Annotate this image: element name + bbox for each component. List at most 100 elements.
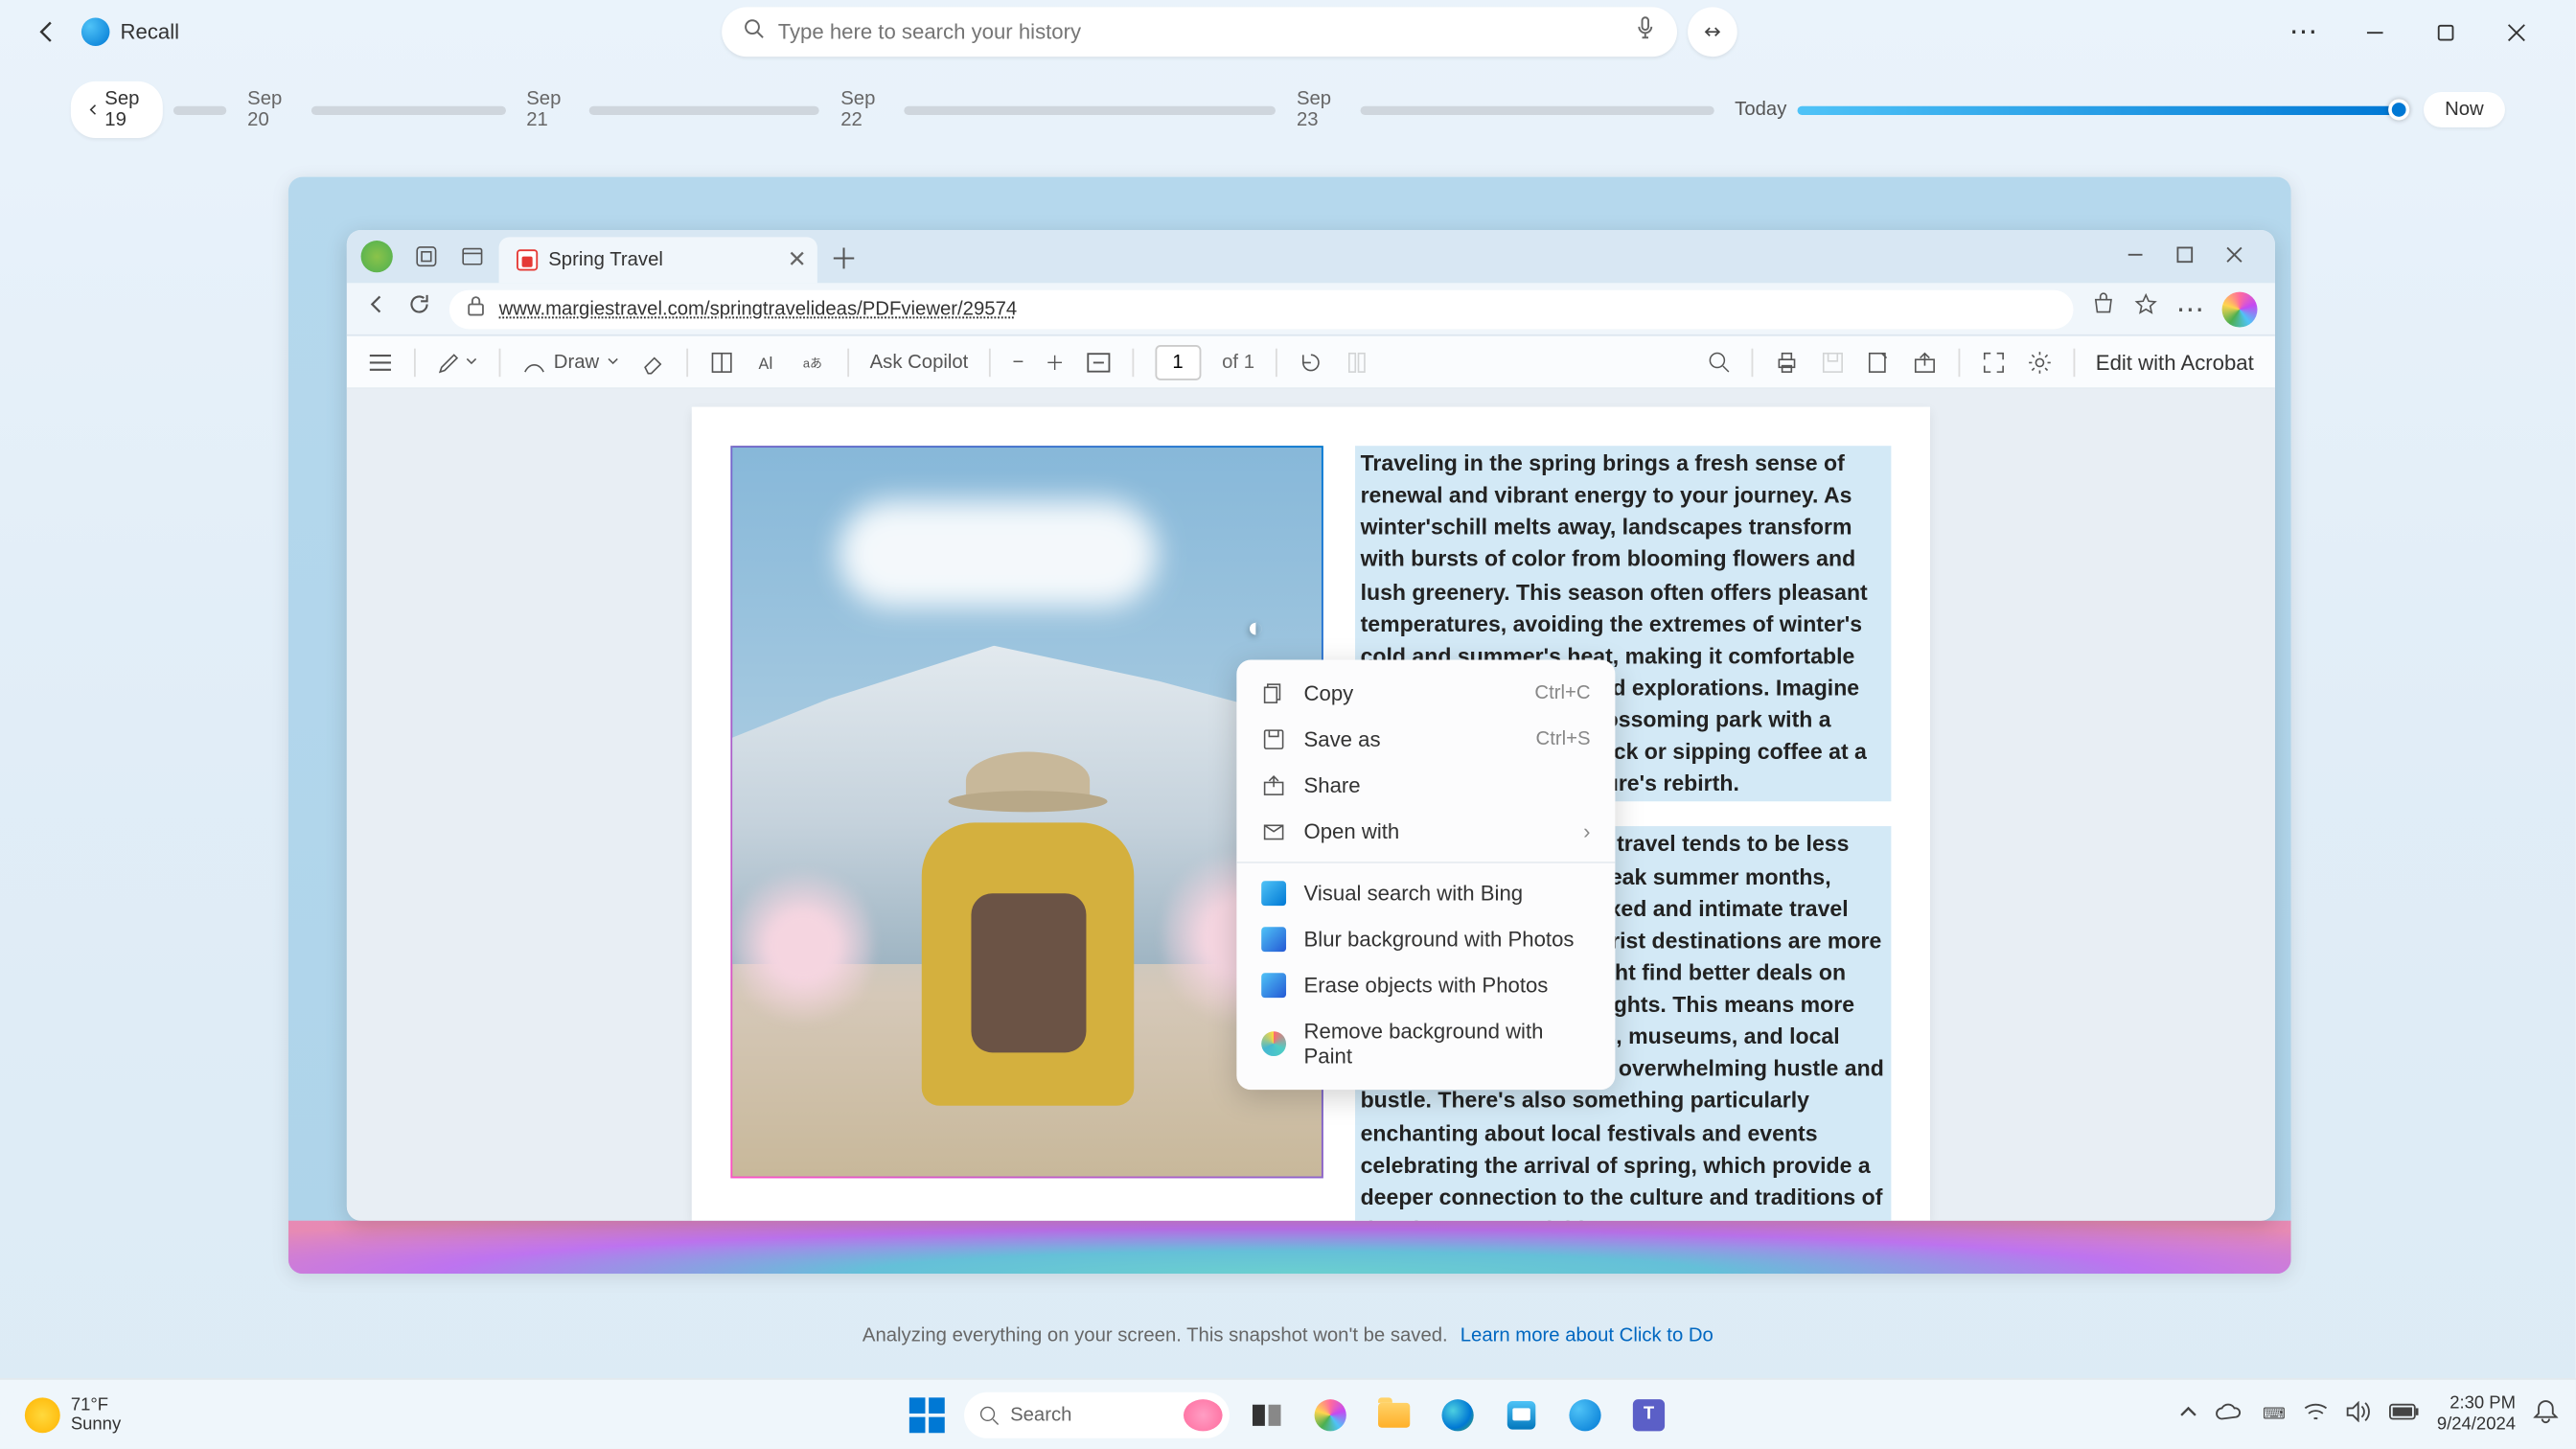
- taskbar-center: Search T: [901, 1388, 1676, 1440]
- timeline-active-segment[interactable]: [1797, 105, 2399, 114]
- app-title: Recall: [81, 17, 179, 46]
- volume-icon[interactable]: [2345, 1401, 2370, 1428]
- browser-close-button[interactable]: [2219, 241, 2250, 272]
- start-button[interactable]: [901, 1388, 954, 1440]
- page-number-input[interactable]: [1155, 344, 1201, 380]
- store-icon[interactable]: [1495, 1388, 1548, 1440]
- learn-more-link[interactable]: Learn more about Click to Do: [1460, 1325, 1714, 1346]
- close-button[interactable]: [2491, 7, 2541, 57]
- task-view-button[interactable]: [1240, 1388, 1293, 1440]
- share-pdf-icon[interactable]: [1912, 350, 1937, 375]
- onedrive-icon[interactable]: [2214, 1401, 2242, 1428]
- fullscreen-icon[interactable]: [1981, 350, 2006, 375]
- weather-widget[interactable]: 71°F Sunny: [0, 1395, 121, 1435]
- translate-icon[interactable]: aあ: [801, 350, 826, 375]
- browser-refresh-button[interactable]: [407, 292, 432, 326]
- search-icon: [978, 1404, 1000, 1425]
- explorer-icon[interactable]: [1368, 1388, 1420, 1440]
- snapshot-viewport: Spring Travel ✕ ＋ www.margiestravel.com/…: [288, 177, 2291, 1275]
- settings-icon[interactable]: [2027, 350, 2052, 375]
- minimize-button[interactable]: [2349, 7, 2399, 57]
- tray-chevron-icon[interactable]: [2178, 1405, 2196, 1424]
- timeline-knob[interactable]: [2388, 98, 2409, 119]
- history-search-input[interactable]: [778, 19, 1621, 44]
- status-message: Analyzing everything on your screen. Thi…: [0, 1325, 2576, 1346]
- new-tab-button[interactable]: ＋: [824, 237, 863, 276]
- battery-icon[interactable]: [2387, 1403, 2419, 1426]
- ctx-open-with[interactable]: Open with ›: [1236, 809, 1615, 855]
- taskbar-search[interactable]: Search: [964, 1392, 1230, 1438]
- copilot-app-icon[interactable]: [1558, 1388, 1611, 1440]
- find-icon[interactable]: [1707, 351, 1730, 374]
- browser-address-row: www.margiestravel.com/springtravelideas/…: [347, 283, 2275, 335]
- zoom-in-icon[interactable]: ＋: [1046, 348, 1065, 377]
- copilot-taskbar-icon[interactable]: [1304, 1388, 1357, 1440]
- browser-back-button[interactable]: [364, 292, 389, 326]
- highlighter-icon[interactable]: [437, 350, 477, 375]
- pdf-icon: [517, 249, 538, 270]
- edge-icon[interactable]: [1431, 1388, 1484, 1440]
- browser-tab-active[interactable]: Spring Travel ✕: [499, 237, 817, 283]
- ctx-copy[interactable]: Copy Ctrl+C: [1236, 671, 1615, 717]
- timeline-segment[interactable]: [173, 105, 226, 114]
- paint-icon: [1261, 1031, 1286, 1056]
- tab-actions-icon[interactable]: [453, 237, 493, 276]
- ctx-blur-photos[interactable]: Blur background with Photos: [1236, 916, 1615, 962]
- copy-icon: [1261, 681, 1286, 706]
- svg-text:A: A: [758, 355, 769, 372]
- print-icon[interactable]: [1774, 350, 1799, 375]
- ctx-remove-bg-paint[interactable]: Remove background with Paint: [1236, 1008, 1615, 1079]
- browser-more-icon[interactable]: ⋯: [2176, 291, 2205, 327]
- microphone-icon[interactable]: [1634, 15, 1655, 49]
- read-aloud-icon[interactable]: A: [755, 350, 780, 375]
- notifications-icon[interactable]: [2533, 1399, 2558, 1429]
- erase-icon[interactable]: [640, 350, 665, 375]
- tab-close-icon[interactable]: ✕: [788, 246, 807, 275]
- favorite-icon[interactable]: [2133, 292, 2158, 326]
- tab-title: Spring Travel: [548, 249, 663, 270]
- timeline-toggle-button[interactable]: [1687, 7, 1736, 57]
- copilot-sidebar-icon[interactable]: [2222, 291, 2258, 327]
- add-text-icon[interactable]: [709, 350, 734, 375]
- search-icon: [743, 16, 764, 48]
- teams-icon[interactable]: T: [1622, 1388, 1675, 1440]
- page-view-icon[interactable]: [1345, 350, 1369, 375]
- workspaces-icon[interactable]: [407, 237, 447, 276]
- timeline-segment[interactable]: [310, 105, 505, 114]
- ask-copilot-button[interactable]: Ask Copilot: [870, 351, 969, 372]
- contents-icon[interactable]: [368, 351, 393, 372]
- history-search-bar[interactable]: [722, 7, 1677, 57]
- ctx-share[interactable]: Share: [1236, 763, 1615, 809]
- more-icon[interactable]: ⋯: [2279, 7, 2329, 57]
- clock[interactable]: 2:30 PM 9/24/2024: [2437, 1394, 2516, 1435]
- timeline-segment[interactable]: [1360, 105, 1714, 114]
- save-icon[interactable]: [1820, 350, 1845, 375]
- annotate-icon[interactable]: [1866, 350, 1891, 375]
- edit-acrobat-button[interactable]: Edit with Acrobat: [2096, 350, 2254, 375]
- chevron-left-icon: [88, 101, 98, 118]
- input-indicator-icon[interactable]: ⌨: [2260, 1401, 2285, 1428]
- timeline-start-date[interactable]: Sep 19: [71, 81, 163, 138]
- profile-avatar[interactable]: [361, 241, 393, 272]
- svg-text:aあ: aあ: [802, 355, 821, 369]
- browser-maximize-button[interactable]: [2169, 241, 2200, 272]
- ctx-save-as[interactable]: Save as Ctrl+S: [1236, 717, 1615, 763]
- maximize-button[interactable]: [2420, 7, 2470, 57]
- timeline-segment[interactable]: [589, 105, 819, 114]
- ctx-visual-search-bing[interactable]: Visual search with Bing: [1236, 870, 1615, 916]
- fit-width-icon[interactable]: [1086, 351, 1111, 372]
- wifi-icon[interactable]: [2303, 1401, 2328, 1428]
- back-button[interactable]: [21, 7, 71, 57]
- timeline-now-button[interactable]: Now: [2424, 92, 2505, 127]
- svg-text:⌨: ⌨: [2262, 1404, 2285, 1422]
- selected-image[interactable]: [730, 446, 1322, 1178]
- timeline[interactable]: Sep 19 Sep 20 Sep 21 Sep 22 Sep 23 Today…: [0, 63, 2576, 138]
- draw-tool[interactable]: Draw: [522, 350, 619, 375]
- rotate-icon[interactable]: [1299, 350, 1323, 375]
- zoom-out-icon[interactable]: −: [1012, 351, 1024, 372]
- shopping-icon[interactable]: [2091, 292, 2116, 326]
- ctx-erase-photos[interactable]: Erase objects with Photos: [1236, 962, 1615, 1008]
- address-bar[interactable]: www.margiestravel.com/springtravelideas/…: [449, 289, 2074, 329]
- timeline-segment[interactable]: [904, 105, 1276, 114]
- browser-minimize-button[interactable]: [2120, 241, 2151, 272]
